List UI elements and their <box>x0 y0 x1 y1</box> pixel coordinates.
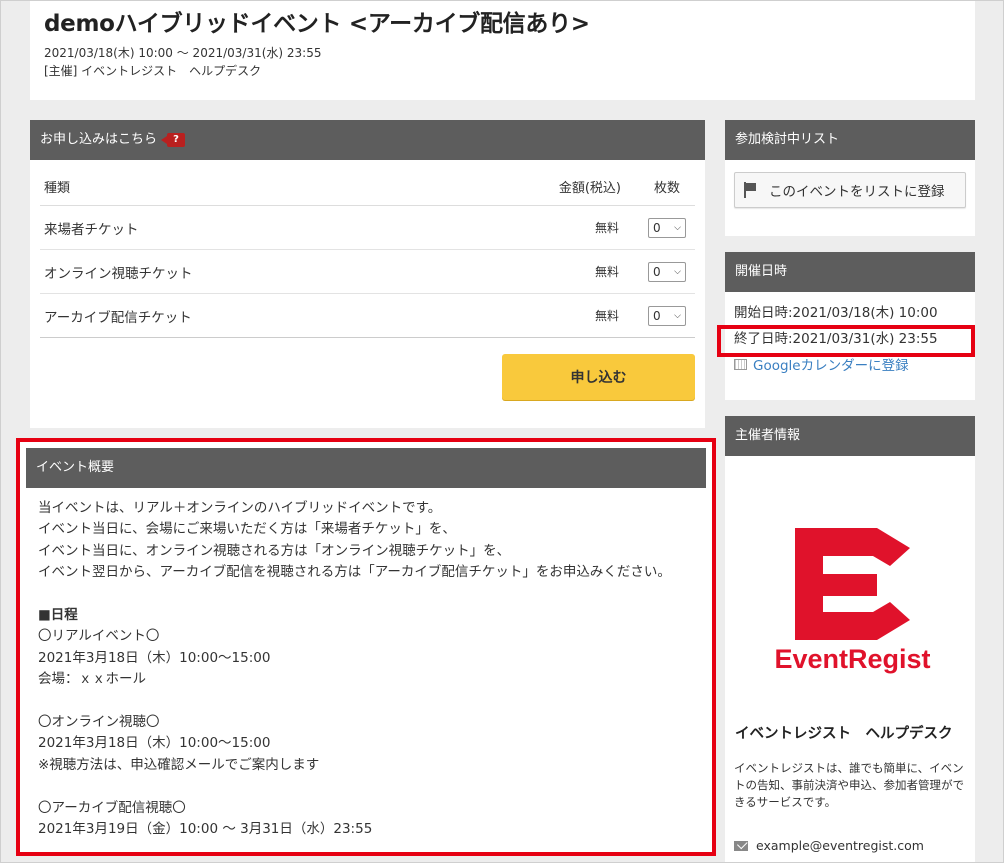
event-datetime: 2021/03/18(木) 10:00 ～ 2021/03/31(水) 23:5… <box>44 46 322 60</box>
overview-line: 2021年3月19日（金）10:00 ～ 3月31日（水）23:55 <box>38 821 373 838</box>
apply-panel-header: お申し込みはこちら ? <box>30 120 705 160</box>
calendar-icon <box>734 358 747 370</box>
event-title: demoハイブリッドイベント <アーカイブ配信あり> <box>44 11 590 37</box>
overview-line: イベント当日に、会場にご来場いただく方は「来場者チケット」を、 <box>38 521 456 538</box>
ticket-table-header: 種類 金額(税込) 枚数 <box>40 168 695 206</box>
organizer-header: 主催者情報 <box>725 416 975 456</box>
chevron-down-icon: ⌵ <box>674 310 681 321</box>
ticket-row: オンライン視聴チケット 無料 0 ⌵ <box>40 250 695 294</box>
overview-header: イベント概要 <box>26 448 706 488</box>
ticket-name: オンライン視聴チケット <box>44 265 193 282</box>
organizer-email[interactable]: example@eventregist.com <box>734 838 924 853</box>
watchlist-title: 参加検討中リスト <box>735 132 840 147</box>
overview-line: 〇リアルイベント〇 <box>38 628 160 645</box>
ticket-price: 無料 <box>594 309 619 323</box>
logo-wordmark: EventRegist <box>774 644 930 674</box>
organizer-email-text: example@eventregist.com <box>756 838 924 853</box>
flag-icon <box>743 182 757 198</box>
apply-panel: お申し込みはこちら ? 種類 金額(税込) 枚数 来場者チケット 無料 0 ⌵ オ… <box>30 120 705 428</box>
ticket-name: 来場者チケット <box>44 221 139 238</box>
watchlist-panel: 参加検討中リスト このイベントをリストに登録 <box>725 120 975 236</box>
overview-line: イベント翌日から、アーカイブ配信を視聴される方は「アーカイブ配信チケット」をお申… <box>38 564 671 581</box>
quantity-select[interactable]: 0 ⌵ <box>648 217 686 238</box>
dates-header: 開催日時 <box>725 252 975 292</box>
ticket-price: 無料 <box>594 265 619 279</box>
apply-button[interactable]: 申し込む <box>502 354 695 400</box>
organizer-panel: 主催者情報 EventRegist イベントレジスト ヘルプデスク イベントレジ… <box>725 416 975 863</box>
event-organizer: [主催] イベントレジスト ヘルプデスク <box>44 64 262 78</box>
overview-line: 会場：ｘｘホール <box>38 671 146 688</box>
ticket-price: 無料 <box>594 221 619 235</box>
end-date-highlight <box>717 325 975 357</box>
mail-icon <box>734 840 748 851</box>
overview-line <box>38 584 694 605</box>
apply-panel-title: お申し込みはこちら <box>40 132 158 147</box>
overview-line: 〇オンライン視聴〇 <box>38 714 160 731</box>
start-datetime: 開始日時:2021/03/18(木) 10:00 <box>734 305 938 321</box>
overview-line: 〇アーカイブ配信視聴〇 <box>38 799 186 816</box>
overview-line: イベント当日に、オンライン視聴される方は「オンライン視聴チケット」を、 <box>38 542 511 559</box>
overview-line: 当イベントは、リアル＋オンラインのハイブリッドイベントです。 <box>38 500 442 516</box>
overview-line <box>38 691 694 712</box>
chevron-down-icon: ⌵ <box>674 266 681 277</box>
overview-line: ※視聴方法は、申込確認メールでご案内します <box>38 756 320 773</box>
ticket-row: 来場者チケット 無料 0 ⌵ <box>40 206 695 250</box>
organizer-description: イベントレジストは、誰でも簡単に、イベントの告知、事前決済や申込、参加者管理がで… <box>734 761 964 809</box>
overview-line: 2021年3月18日（木）10:00～15:00 <box>38 735 271 752</box>
add-to-list-label: このイベントをリストに登録 <box>769 184 945 200</box>
chevron-down-icon: ⌵ <box>674 222 681 233</box>
event-header: demoハイブリッドイベント <アーカイブ配信あり> 2021/03/18(木)… <box>30 0 975 100</box>
google-calendar-label: Googleカレンダーに登録 <box>753 358 909 374</box>
organizer-name: イベントレジスト ヘルプデスク <box>735 726 953 742</box>
add-to-list-button[interactable]: このイベントをリストに登録 <box>734 172 966 208</box>
quantity-select[interactable]: 0 ⌵ <box>648 261 686 282</box>
quantity-select[interactable]: 0 ⌵ <box>648 305 686 326</box>
col-type-header: 種類 <box>44 181 71 196</box>
ticket-row: アーカイブ配信チケット 無料 0 ⌵ <box>40 294 695 338</box>
schedule-heading: ■日程 <box>38 607 78 624</box>
dates-title: 開催日時 <box>735 264 788 279</box>
ticket-table: 種類 金額(税込) 枚数 来場者チケット 無料 0 ⌵ オンライン視聴チケット 無… <box>40 168 695 338</box>
event-overview-panel: イベント概要 当イベントは、リアル＋オンラインのハイブリッドイベントです。 イベ… <box>16 438 716 856</box>
help-icon[interactable]: ? <box>161 133 186 147</box>
eventregist-logo: EventRegist <box>774 528 931 674</box>
organizer-title: 主催者情報 <box>735 428 801 443</box>
overview-line <box>38 776 694 797</box>
overview-title: イベント概要 <box>36 460 115 475</box>
col-price-header: 金額(税込) <box>558 181 621 196</box>
col-qty-header: 枚数 <box>653 181 680 196</box>
overview-line: 2021年3月18日（木）10:00～15:00 <box>38 649 271 666</box>
ticket-name: アーカイブ配信チケット <box>44 309 192 326</box>
overview-body: 当イベントは、リアル＋オンラインのハイブリッドイベントです。 イベント当日に、会… <box>20 488 712 850</box>
watchlist-header: 参加検討中リスト <box>725 120 975 160</box>
